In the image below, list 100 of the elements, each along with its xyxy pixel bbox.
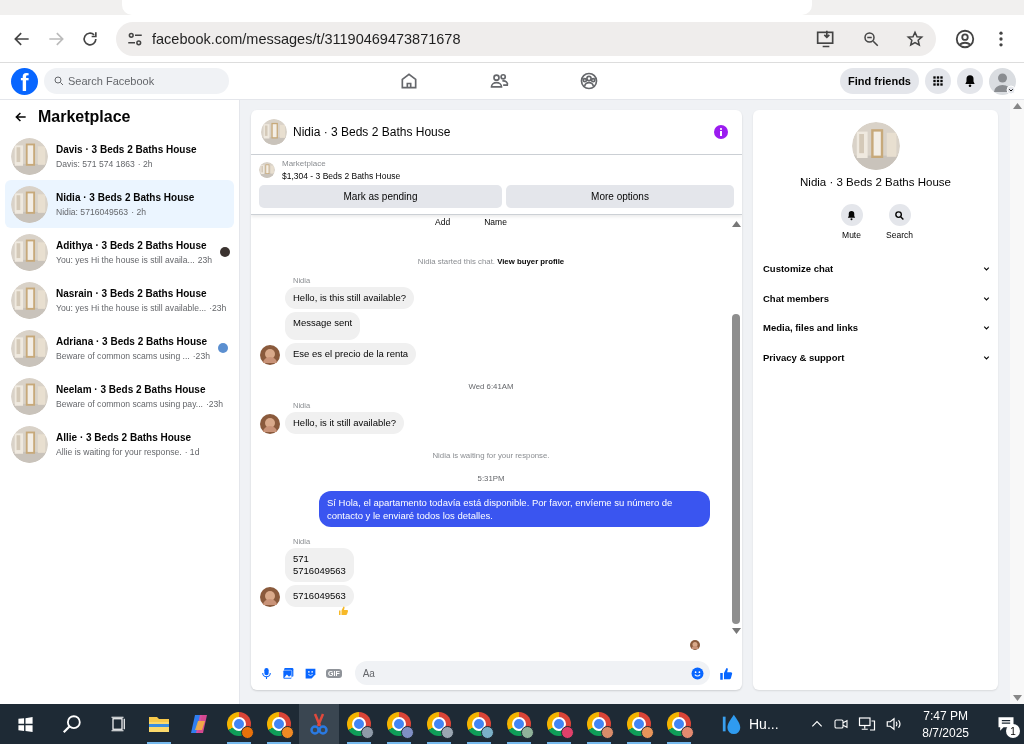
account-icon[interactable] bbox=[989, 67, 1016, 95]
cut-off-label: Name bbox=[484, 217, 507, 227]
back-icon[interactable] bbox=[14, 110, 28, 124]
zoom-out-icon[interactable] bbox=[862, 29, 880, 48]
conversation-title: Davis · 3 Beds 2 Baths House bbox=[56, 143, 198, 155]
install-icon[interactable] bbox=[816, 28, 836, 49]
message-bubble: Hello, is it still available? bbox=[285, 412, 404, 434]
scroll-up-icon[interactable] bbox=[1012, 103, 1022, 109]
section-header[interactable]: Media, files and links bbox=[763, 313, 992, 343]
browser-icon[interactable] bbox=[587, 712, 611, 736]
browser-icon[interactable] bbox=[427, 712, 451, 736]
water-drop-icon bbox=[721, 713, 743, 735]
browser-icon[interactable] bbox=[667, 712, 691, 736]
conversation-item[interactable]: Allie · 3 Beds 2 Baths House Allie is waiting for your response. · 1d bbox=[5, 420, 234, 468]
address-bar[interactable]: facebook.com/messages/t/31190469473871678 bbox=[116, 21, 936, 56]
section-header[interactable]: Customize chat bbox=[763, 254, 992, 284]
seen-avatar bbox=[690, 640, 700, 650]
grid-icon bbox=[931, 74, 945, 88]
message-preview: Davis: 571 574 1863 bbox=[56, 158, 135, 169]
find-friends-button[interactable]: Find friends bbox=[840, 68, 919, 94]
message-time: ·23h bbox=[209, 302, 227, 313]
task-view-icon[interactable] bbox=[110, 715, 128, 733]
notifications-button[interactable] bbox=[957, 68, 983, 94]
search-field[interactable]: Search Facebook bbox=[44, 68, 229, 94]
message-bubble: Message sent bbox=[285, 312, 361, 340]
message-bubble: 571 5716049563 bbox=[285, 548, 354, 582]
search-icon bbox=[894, 209, 905, 221]
scrollbar[interactable] bbox=[1010, 100, 1024, 704]
star-icon[interactable] bbox=[906, 29, 924, 48]
listing-label: Marketplace bbox=[282, 159, 327, 168]
friends-icon[interactable] bbox=[489, 71, 509, 91]
weather-label[interactable]: Hu... bbox=[749, 716, 779, 732]
cut-off-label: Add bbox=[435, 217, 451, 227]
search-icon[interactable] bbox=[61, 713, 83, 735]
bell-icon bbox=[846, 209, 857, 221]
browser-icon[interactable] bbox=[227, 712, 251, 736]
message-field[interactable]: Aa bbox=[354, 661, 710, 685]
home-icon[interactable] bbox=[399, 71, 419, 91]
conversation-title: Adriana · 3 Beds 2 Baths House bbox=[56, 335, 209, 347]
message-bubble: Ese es el precio de la renta bbox=[285, 343, 417, 365]
apps-button[interactable] bbox=[925, 68, 951, 94]
microphone-icon[interactable] bbox=[260, 666, 273, 680]
browser-icon[interactable] bbox=[387, 712, 411, 736]
conversation-item[interactable]: Adithya · 3 Beds 2 Baths House You: yes Hi the house is still availa... 23h bbox=[5, 228, 234, 276]
message-time: 23h bbox=[197, 254, 213, 265]
page-title: Marketplace bbox=[38, 108, 131, 126]
conversation-item[interactable]: Davis · 3 Beds 2 Baths House Davis: 571 574 1863 · 2h bbox=[5, 132, 234, 180]
browser-icon[interactable] bbox=[627, 712, 651, 736]
message-bubble: Hello, is this still available? bbox=[285, 287, 414, 309]
message-bubble: Sí Hola, el apartamento todavía está disponible. Por favor, envíeme su número de contacto y le enviaré todos los detalles. bbox=[319, 491, 710, 527]
windows-icon[interactable] bbox=[16, 715, 34, 733]
browser-icon[interactable] bbox=[267, 712, 291, 736]
speaker-icon[interactable] bbox=[885, 715, 904, 733]
scroll-down-icon[interactable] bbox=[731, 628, 741, 634]
profile-icon[interactable] bbox=[954, 27, 976, 50]
section-header[interactable]: Chat members bbox=[763, 283, 992, 313]
message-preview: Beware of common scams using pay... bbox=[56, 398, 203, 409]
mute-button[interactable]: Mute bbox=[834, 204, 869, 240]
action-button[interactable]: More options bbox=[506, 185, 734, 208]
listing-title: $1,304 - 3 Beds 2 Baths House bbox=[282, 171, 401, 181]
search-button[interactable]: Search bbox=[882, 204, 917, 240]
chat-title: Nidia · 3 Beds 2 Baths House bbox=[293, 125, 452, 139]
section-header[interactable]: Privacy & support bbox=[763, 342, 992, 372]
thumbs-up-icon[interactable] bbox=[719, 665, 734, 681]
emoji-icon[interactable] bbox=[691, 666, 704, 680]
sticker-icon[interactable] bbox=[304, 666, 317, 680]
message-preview: Allie is waiting for your response. bbox=[56, 446, 182, 457]
conversation-item[interactable]: Neelam · 3 Beds 2 Baths House Beware of common scams using pay... ·23h bbox=[5, 372, 234, 420]
browser-icon[interactable] bbox=[507, 712, 531, 736]
facebook-logo[interactable]: f bbox=[11, 67, 38, 95]
conversation-title: Neelam · 3 Beds 2 Baths House bbox=[56, 383, 207, 395]
groups-icon[interactable] bbox=[579, 71, 599, 91]
message-time: · 2h bbox=[131, 206, 146, 217]
conversation-title: Nidia · 3 Beds 2 Baths House bbox=[56, 191, 196, 203]
conversation-title: Adithya · 3 Beds 2 Baths House bbox=[56, 239, 208, 251]
browser-icon[interactable] bbox=[467, 712, 491, 736]
conversation-item[interactable]: Adriana · 3 Beds 2 Baths House Beware of common scams using ... ·23h bbox=[5, 324, 234, 372]
scroll-down-icon[interactable] bbox=[1012, 695, 1022, 701]
photo-icon[interactable] bbox=[282, 666, 295, 680]
message-time: · 2h bbox=[137, 158, 153, 169]
message-time: ·23h bbox=[205, 398, 224, 409]
network-icon[interactable] bbox=[858, 715, 877, 733]
bell-icon bbox=[963, 74, 977, 88]
conversation-item[interactable]: Nidia · 3 Beds 2 Baths House Nidia: 5716049563 · 2h bbox=[5, 180, 234, 228]
camera-icon[interactable] bbox=[833, 716, 850, 732]
browser-icon[interactable] bbox=[347, 712, 371, 736]
action-button[interactable]: Mark as pending bbox=[259, 185, 502, 208]
info-icon[interactable] bbox=[714, 125, 728, 139]
clock[interactable]: 7:47 PM 8/7/2025 bbox=[922, 708, 969, 740]
browser-icon[interactable] bbox=[547, 712, 571, 736]
message-preview: Nidia: 5716049563 bbox=[56, 206, 129, 217]
conversation-title: Allie · 3 Beds 2 Baths House bbox=[56, 431, 193, 443]
message-preview: Beware of common scams using ... bbox=[56, 350, 190, 361]
message-preview: You: yes Hi the house is still availa... bbox=[56, 254, 195, 265]
conversation-item[interactable]: Nasrain · 3 Beds 2 Baths House You: yes Hi the house is still available... ·23h bbox=[5, 276, 234, 324]
message-time: · 1d bbox=[184, 446, 200, 457]
scroll-up-icon[interactable] bbox=[731, 221, 741, 227]
conversation-name: Nidia · 3 Beds 2 Baths House bbox=[800, 176, 951, 188]
message-preview: You: yes Hi the house is still available... bbox=[56, 302, 207, 313]
message-time: ·23h bbox=[192, 350, 210, 361]
